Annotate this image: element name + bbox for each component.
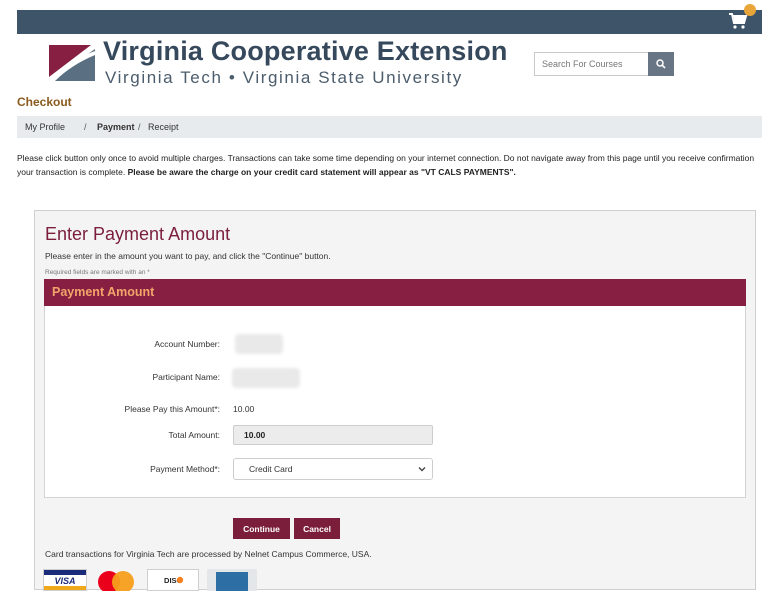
participant-name-value-redacted	[232, 368, 300, 388]
breadcrumb-item-payment: Payment	[97, 122, 135, 132]
payment-card: Enter Payment Amount Please enter in the…	[34, 210, 756, 591]
svg-text:VISA: VISA	[54, 576, 75, 586]
continue-button[interactable]: Continue	[233, 518, 290, 539]
breadcrumb-separator: /	[138, 122, 141, 132]
search-icon	[656, 59, 666, 69]
payment-notice: Please click button only once to avoid m…	[17, 151, 759, 179]
mastercard-logo	[98, 571, 134, 591]
payment-method-value: Credit Card	[249, 464, 293, 474]
top-bar	[17, 4, 762, 34]
account-number-label: Account Number:	[154, 339, 220, 349]
american-express-logo	[207, 569, 257, 591]
panel-title: Payment Amount	[52, 285, 155, 299]
shopping-cart-icon[interactable]	[728, 4, 756, 30]
participant-name-label: Participant Name:	[152, 372, 220, 382]
processor-note: Card transactions for Virginia Tech are …	[45, 549, 372, 559]
visa-logo: VISA	[43, 569, 87, 591]
cart-badge	[744, 4, 756, 16]
page-title: Checkout	[17, 95, 72, 109]
payment-heading: Enter Payment Amount	[45, 224, 231, 244]
total-amount-value: 10.00	[244, 430, 266, 440]
required-fields-note: Required fields are marked with an *	[45, 269, 150, 276]
browser-frame: Virginia Cooperative Extension Virginia …	[0, 0, 762, 591]
breadcrumb-separator: /	[84, 122, 87, 132]
vce-logo-icon	[47, 43, 97, 83]
brand-title: Virginia Cooperative Extension	[103, 36, 508, 66]
breadcrumb-item-my-profile[interactable]: My Profile	[25, 122, 65, 132]
payment-method-select[interactable]: Credit Card	[233, 458, 433, 480]
payment-amount-panel: Account Number: Participant Name: Please…	[44, 306, 746, 498]
search-button[interactable]	[648, 52, 674, 76]
account-number-value-redacted	[235, 334, 283, 354]
total-amount-field: 10.00	[233, 425, 433, 445]
breadcrumb-item-receipt: Receipt	[148, 122, 179, 132]
pay-amount-label: Please Pay this Amount*:	[124, 404, 220, 414]
page-content: Virginia Cooperative Extension Virginia …	[17, 34, 762, 591]
breadcrumb: My Profile / Payment / Receipt	[17, 116, 762, 138]
search-bar	[534, 52, 674, 76]
total-amount-label: Total Amount:	[168, 430, 220, 440]
search-input[interactable]	[534, 52, 655, 76]
chevron-down-icon	[418, 467, 426, 472]
payment-method-label: Payment Method*:	[150, 464, 220, 474]
brand-subtitle: Virginia Tech • Virginia State Universit…	[105, 68, 463, 87]
pay-amount-value: 10.00	[233, 404, 255, 414]
payment-instructions: Please enter in the amount you want to p…	[45, 251, 331, 261]
notice-bold-text: Please be aware the charge on your credi…	[127, 167, 516, 177]
payment-amount-panel-header: Payment Amount	[44, 279, 746, 306]
discover-logo: DISC	[147, 569, 199, 591]
cancel-button[interactable]: Cancel	[294, 518, 340, 539]
